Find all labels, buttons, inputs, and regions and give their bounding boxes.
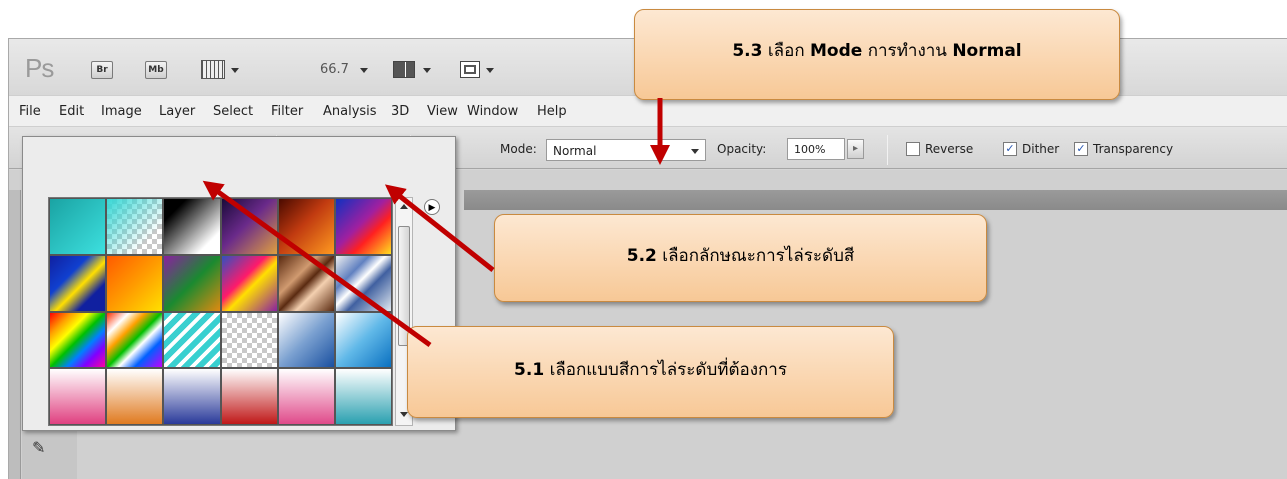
gradient-swatch[interactable]: [106, 368, 164, 425]
callout-5-2: 5.2 เลือกลักษณะการไล่ระดับสี: [494, 214, 987, 302]
transparency-label: Transparency: [1093, 142, 1174, 156]
gradient-swatch-grid: [48, 197, 393, 426]
callout-5-3-mode: Mode: [810, 41, 863, 61]
gradient-swatch[interactable]: [106, 198, 164, 255]
gradient-swatch[interactable]: [163, 311, 221, 369]
mode-dropdown-icon: [691, 149, 699, 154]
document-tab-bar: [464, 190, 1287, 210]
separator: [887, 135, 888, 165]
menu-window[interactable]: Window: [467, 104, 518, 119]
menu-image[interactable]: Image: [101, 104, 142, 119]
menu-help[interactable]: Help: [537, 104, 567, 119]
gradient-swatch[interactable]: [49, 254, 107, 312]
gradient-swatch[interactable]: [277, 311, 335, 369]
callout-5-3-text-a: เลือก: [767, 41, 805, 61]
reverse-checkbox[interactable]: [906, 142, 920, 156]
transparency-checkbox[interactable]: ✓: [1074, 142, 1088, 156]
gradient-swatch[interactable]: [163, 198, 221, 255]
tools-panel-strip: [9, 190, 21, 479]
callout-5-3: 5.3 เลือก Mode การทำงาน Normal: [634, 9, 1120, 100]
callout-5-1-text: เลือกแบบสีการไล่ระดับที่ต้องการ: [549, 360, 787, 380]
callout-5-2-text: เลือกลักษณะการไล่ระดับสี: [662, 246, 855, 266]
callout-5-3-normal: Normal: [952, 41, 1022, 61]
tools-panel: ✎: [22, 426, 77, 479]
bridge-button[interactable]: Br: [91, 61, 113, 79]
gradient-swatch[interactable]: [163, 368, 221, 425]
menu-filter[interactable]: Filter: [271, 104, 303, 119]
gradient-swatch[interactable]: [49, 368, 107, 425]
gradient-swatch[interactable]: [220, 198, 278, 255]
extras-dropdown-icon[interactable]: [231, 68, 239, 73]
pencil-icon[interactable]: ✎: [32, 438, 45, 457]
callout-5-3-text-b: การทำงาน: [867, 41, 947, 61]
gradient-swatch[interactable]: [334, 368, 392, 425]
gradient-swatch[interactable]: [334, 311, 392, 369]
opacity-label: Opacity:: [717, 142, 767, 156]
gradient-swatch[interactable]: [220, 254, 278, 312]
menu-3d[interactable]: 3D: [391, 104, 409, 119]
stage: Ps Br Mb 66.7 File Edit Image Layer Sele…: [0, 0, 1287, 479]
screen-mode-dropdown-icon[interactable]: [486, 68, 494, 73]
menu-layer[interactable]: Layer: [159, 104, 195, 119]
extras-icon[interactable]: [201, 60, 225, 79]
gradient-swatch[interactable]: [106, 311, 164, 369]
ps-logo: Ps: [25, 53, 54, 83]
scroll-down-icon[interactable]: [400, 412, 408, 417]
zoom-dropdown-icon[interactable]: [360, 68, 368, 73]
dither-label: Dither: [1022, 142, 1060, 156]
screen-mode-icon[interactable]: [460, 61, 480, 78]
opacity-slider-button[interactable]: ▸: [847, 139, 864, 159]
picker-menu-icon[interactable]: ▶: [424, 199, 440, 215]
scroll-thumb[interactable]: [398, 226, 410, 346]
menu-view[interactable]: View: [427, 104, 458, 119]
gradient-swatch[interactable]: [277, 368, 335, 425]
gradient-swatch[interactable]: [49, 198, 107, 255]
scroll-up-icon[interactable]: [400, 204, 408, 209]
callout-5-2-number: 5.2: [626, 246, 657, 266]
gradient-swatch[interactable]: [334, 198, 392, 255]
dither-checkbox[interactable]: ✓: [1003, 142, 1017, 156]
arrange-documents-icon[interactable]: [393, 61, 415, 78]
gradient-swatch[interactable]: [220, 311, 278, 369]
callout-5-3-number: 5.3: [732, 41, 763, 61]
gradient-swatch[interactable]: [334, 254, 392, 312]
gradient-picker-panel: ▶: [22, 136, 456, 431]
menu-select[interactable]: Select: [213, 104, 253, 119]
zoom-level[interactable]: 66.7: [320, 62, 349, 77]
minibridge-button[interactable]: Mb: [145, 61, 167, 79]
reverse-label: Reverse: [925, 142, 974, 156]
mode-select[interactable]: Normal: [546, 139, 706, 161]
mode-value: Normal: [553, 144, 597, 158]
callout-5-1: 5.1 เลือกแบบสีการไล่ระดับที่ต้องการ: [407, 326, 894, 418]
menu-edit[interactable]: Edit: [59, 104, 84, 119]
gradient-swatch[interactable]: [220, 368, 278, 425]
gradient-swatch[interactable]: [163, 254, 221, 312]
arrange-dropdown-icon[interactable]: [423, 68, 431, 73]
callout-5-1-number: 5.1: [514, 360, 545, 380]
gradient-swatch[interactable]: [277, 254, 335, 312]
opacity-input[interactable]: 100%: [787, 138, 845, 160]
gradient-swatch[interactable]: [277, 198, 335, 255]
menu-file[interactable]: File: [19, 104, 41, 119]
mode-label: Mode:: [500, 142, 537, 156]
gradient-swatch[interactable]: [106, 254, 164, 312]
gradient-swatch[interactable]: [49, 311, 107, 369]
menu-analysis[interactable]: Analysis: [323, 104, 377, 119]
